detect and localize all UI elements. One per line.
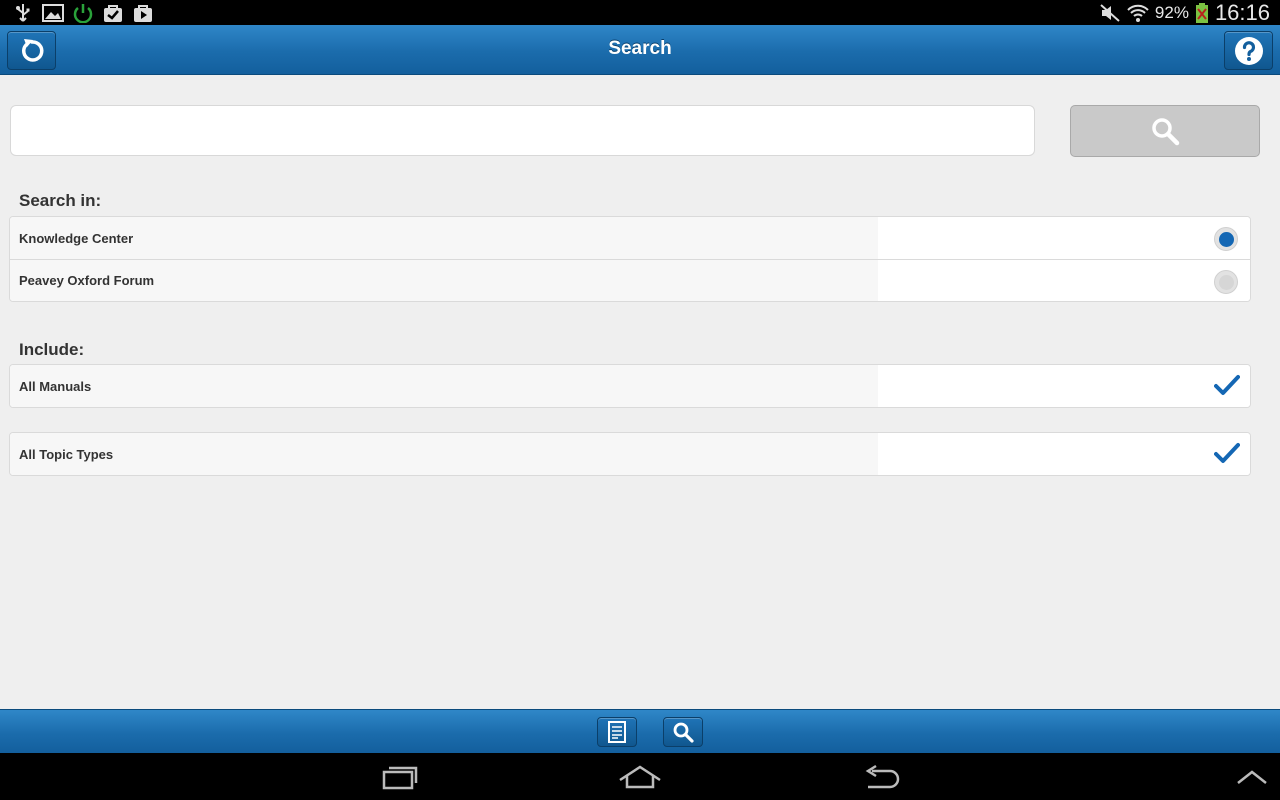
mute-icon [1100,3,1120,22]
recent-apps-button[interactable] [370,761,430,793]
document-button[interactable] [597,717,637,747]
home-button[interactable] [610,761,670,793]
page-title: Search [608,38,672,59]
title-bar: Search [0,25,1280,75]
home-icon [619,765,661,789]
search-icon [1152,118,1180,146]
document-icon [608,721,626,743]
radio-button-selected[interactable] [1214,227,1238,251]
search-tab-button[interactable] [663,717,703,747]
status-bar: 92% 16:16 [0,0,1280,25]
play-store-icon [134,4,152,22]
option-label: Knowledge Center [19,230,134,246]
help-icon [1234,36,1263,65]
menu-up-icon [1237,770,1267,784]
search-button[interactable] [1070,105,1260,157]
include-all-topic-types-list: All Topic Types [9,432,1251,476]
include-item-all-manuals[interactable]: All Manuals [10,365,1250,407]
search-input[interactable] [10,105,1035,156]
radio-button-unselected[interactable] [1214,270,1238,294]
notification-icons [12,2,154,23]
bottom-toolbar [0,709,1280,753]
search-in-list: Knowledge Center Peavey Oxford Forum [9,216,1251,302]
include-all-manuals-list: All Manuals [9,364,1251,408]
wifi-icon [1127,4,1149,22]
search-icon [673,722,694,743]
help-button[interactable] [1224,31,1273,70]
recent-apps-icon [382,766,418,790]
image-icon [42,3,64,22]
search-in-option-knowledge-center[interactable]: Knowledge Center [10,217,1250,259]
battery-percent: 92% [1154,2,1189,22]
include-label: Include: [19,340,85,359]
bag-check-icon [104,4,122,22]
include-item-all-topic-types[interactable]: All Topic Types [10,433,1250,475]
item-label: All Topic Types [19,446,114,462]
back-icon [865,764,900,789]
menu-up-button[interactable] [1222,761,1280,793]
item-label: All Manuals [19,378,92,394]
usb-icon [16,3,30,22]
option-label: Peavey Oxford Forum [19,273,155,288]
clock: 16:16 [1214,0,1270,25]
search-in-option-peavey-oxford-forum[interactable]: Peavey Oxford Forum [10,259,1250,301]
checkmark-icon [1214,443,1240,463]
search-in-label: Search in: [19,191,102,210]
battery-icon [1195,2,1208,23]
power-icon [73,3,93,23]
system-status: 92% 16:16 [1099,0,1270,25]
navigation-bar [0,753,1280,800]
back-button[interactable] [851,761,911,793]
checkmark-icon [1214,375,1240,395]
